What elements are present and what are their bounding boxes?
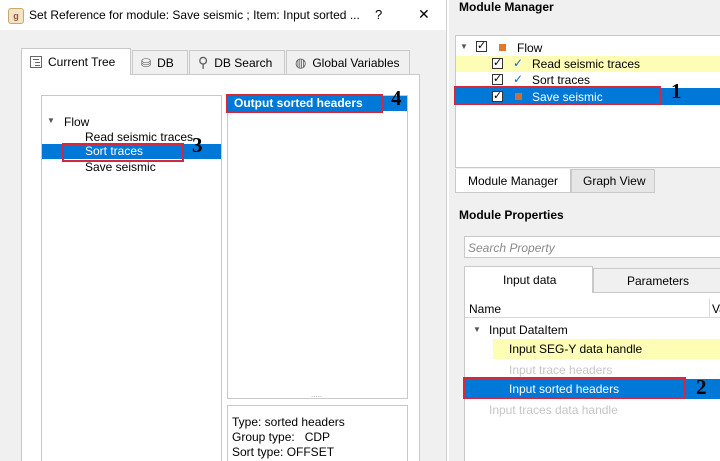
annotation-number-2: 2 bbox=[696, 375, 707, 399]
module-label: Read seismic traces bbox=[532, 57, 641, 71]
close-button[interactable]: ✕ bbox=[418, 6, 430, 23]
tree-view-icon bbox=[30, 56, 42, 68]
module-row-read-seismic[interactable]: ✓ ✓ Read seismic traces bbox=[456, 56, 720, 72]
info-sort-type: Sort type: OFFSET bbox=[232, 445, 335, 459]
tab-graph-view[interactable]: Graph View bbox=[571, 169, 655, 193]
group-input-dataitem[interactable]: Input DataItem bbox=[489, 323, 568, 337]
collapse-arrow-icon[interactable]: ▼ bbox=[47, 116, 55, 125]
tree-root-flow[interactable]: Flow bbox=[64, 115, 89, 129]
tab-label: Graph View bbox=[583, 174, 646, 188]
column-name[interactable]: Name bbox=[469, 302, 501, 316]
dialog-title-bar: g Set Reference for module: Save seismic… bbox=[0, 0, 446, 30]
search-placeholder: Search Property bbox=[468, 241, 555, 255]
tab-db-search[interactable]: ⚲ DB Search bbox=[189, 50, 285, 74]
table-header: Name Va bbox=[465, 299, 720, 318]
tab-global-variables[interactable]: ◍ Global Variables bbox=[286, 50, 410, 74]
annotation-number-4: 4 bbox=[391, 86, 402, 110]
checkbox-read-seismic[interactable]: ✓ bbox=[492, 58, 503, 69]
tab-label: Input data bbox=[503, 273, 557, 287]
tab-label: Parameters bbox=[627, 274, 690, 288]
column-divider[interactable] bbox=[709, 299, 710, 317]
tab-db[interactable]: ⛁ DB bbox=[132, 50, 188, 74]
tab-current-tree[interactable]: Current Tree bbox=[21, 48, 131, 75]
annotation-box-sort-traces bbox=[62, 143, 184, 162]
column-value[interactable]: Va bbox=[712, 302, 720, 316]
tab-parameters[interactable]: Parameters bbox=[593, 268, 720, 293]
app-icon: g bbox=[8, 8, 24, 24]
right-panel: Module Manager ▼ ✓ Flow ✓ ✓ Read seismic… bbox=[449, 0, 720, 461]
tree-item-save-seismic[interactable]: Save seismic bbox=[85, 160, 156, 174]
search-property-input[interactable]: Search Property bbox=[464, 236, 720, 258]
enabled-check-icon: ✓ bbox=[513, 56, 524, 70]
collapse-arrow-icon[interactable]: ▼ bbox=[460, 42, 468, 51]
database-icon: ⛁ bbox=[141, 55, 152, 70]
collapse-arrow-icon[interactable]: ▼ bbox=[473, 325, 481, 334]
module-tree-root[interactable]: Flow bbox=[517, 41, 542, 55]
info-panel: Type: sorted headers Group type: CDP Sor… bbox=[227, 405, 408, 461]
dialog-title: Set Reference for module: Save seismic ;… bbox=[29, 8, 360, 22]
info-type: Type: sorted headers bbox=[232, 415, 345, 429]
tab-module-manager[interactable]: Module Manager bbox=[455, 169, 571, 193]
flow-icon bbox=[499, 44, 506, 51]
tab-label: Module Manager bbox=[468, 174, 559, 188]
tab-input-data[interactable]: Input data bbox=[464, 266, 593, 293]
tab-label: Global Variables bbox=[312, 55, 400, 70]
property-row-segy-handle[interactable]: Input SEG-Y data handle bbox=[493, 339, 720, 359]
globe-icon: ◍ bbox=[295, 54, 307, 70]
tab-label: DB bbox=[157, 55, 174, 70]
tree-item-read-seismic[interactable]: Read seismic traces bbox=[85, 130, 193, 144]
tab-label: DB Search bbox=[214, 55, 273, 70]
checkbox-sort-traces[interactable]: ✓ bbox=[492, 74, 503, 85]
enabled-check-icon: ✓ bbox=[513, 72, 524, 86]
annotation-box-input-sorted bbox=[463, 377, 686, 399]
info-group-type: Group type: CDP bbox=[232, 430, 331, 444]
resize-grip[interactable]: ..... bbox=[311, 391, 322, 399]
annotation-box-output-sorted bbox=[226, 94, 383, 113]
property-label: Input SEG-Y data handle bbox=[509, 342, 643, 356]
property-row-trace-headers[interactable]: Input trace headers bbox=[509, 363, 612, 377]
tab-label: Current Tree bbox=[48, 55, 116, 69]
help-button[interactable]: ? bbox=[375, 7, 382, 22]
module-properties-title: Module Properties bbox=[459, 208, 564, 222]
module-label: Sort traces bbox=[532, 73, 591, 87]
annotation-box-save-seismic bbox=[454, 86, 661, 105]
items-list-panel: Output sorted headers ..... bbox=[227, 95, 408, 399]
annotation-number-1: 1 bbox=[671, 79, 682, 103]
reference-dialog: g Set Reference for module: Save seismic… bbox=[0, 0, 447, 461]
search-icon: ⚲ bbox=[198, 54, 209, 70]
property-row-traces-data-handle[interactable]: Input traces data handle bbox=[489, 403, 618, 417]
module-manager-title: Module Manager bbox=[459, 0, 554, 14]
checkbox-flow[interactable]: ✓ bbox=[476, 41, 487, 52]
annotation-number-3: 3 bbox=[192, 133, 203, 157]
